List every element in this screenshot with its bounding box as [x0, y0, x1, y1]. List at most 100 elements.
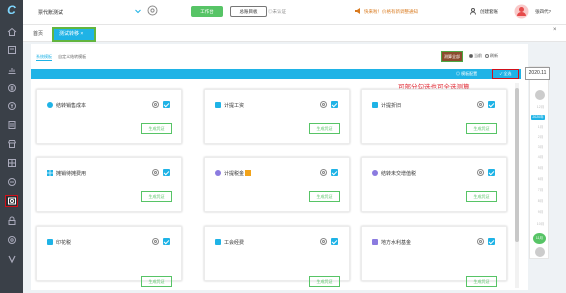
store-icon [7, 140, 16, 148]
action-bar: ◎ 模板配置 ✓ 全选 [31, 69, 521, 79]
month-label[interactable]: 1月 [534, 125, 547, 130]
create-package-link[interactable]: 创建套账 [480, 9, 498, 15]
company-name[interactable]: 票代账测试 [38, 9, 63, 16]
sidebar-item-home[interactable] [5, 26, 18, 38]
sidebar-item-receipt[interactable] [5, 119, 18, 131]
gear-icon[interactable] [320, 238, 327, 245]
card-depreciation: 计提折旧 生成凭证 [361, 89, 507, 144]
gear-icon[interactable] [152, 101, 159, 108]
month-dot[interactable] [535, 90, 545, 100]
grid-icon [7, 159, 16, 167]
month-label[interactable]: 2月 [534, 135, 547, 140]
gear-icon[interactable] [320, 101, 327, 108]
gear-icon[interactable] [152, 238, 159, 245]
month-label[interactable]: 4月 [534, 155, 547, 160]
month-label[interactable]: 8月 [534, 199, 547, 204]
radio-refresh[interactable]: 刷新 [485, 53, 498, 59]
month-label[interactable]: 6月 [534, 177, 547, 182]
generate-voucher-button[interactable]: 生成凭证 [141, 123, 172, 134]
month-label[interactable]: 7月 [534, 188, 547, 193]
sidebar-item-cash[interactable] [5, 176, 18, 188]
gear-icon[interactable] [477, 101, 484, 108]
checkbox[interactable] [488, 101, 495, 108]
workbench-button[interactable]: 工作台 [191, 6, 223, 17]
month-label[interactable]: 12月 [534, 105, 547, 110]
sidebar-item-chart[interactable] [5, 64, 18, 76]
card-sales-cost: 结转销售成本 生成凭证 [36, 89, 182, 144]
card-title: 结转销售成本 [56, 103, 87, 109]
checkbox[interactable] [331, 169, 338, 176]
template-settings-link[interactable]: ◎ 模板配置 [456, 71, 477, 77]
current-month[interactable]: 11月 [533, 233, 546, 244]
sidebar-item-settings[interactable] [5, 234, 18, 246]
generate-voucher-button[interactable]: 生成凭证 [466, 276, 497, 287]
tab-home[interactable]: 首页 [33, 30, 43, 37]
receipt-icon [8, 121, 15, 129]
generate-voucher-button[interactable]: 生成凭证 [309, 123, 340, 134]
tab-custom-template[interactable]: 自定义结转模板 [58, 54, 86, 59]
card-tax: 计提税金 生成凭证 [204, 157, 350, 212]
checkbox[interactable] [163, 169, 170, 176]
megaphone-icon [355, 8, 360, 14]
checkbox[interactable] [163, 238, 170, 245]
notice-text[interactable]: 快来啦！价格有新调整通知 [364, 9, 418, 15]
sidebar-item-coin[interactable] [5, 82, 18, 94]
year-selector[interactable]: 2020.11 [525, 67, 550, 80]
card-title: 结转未交增值税 [381, 171, 417, 177]
tab-system-template[interactable]: 系统模板 [36, 54, 52, 61]
checkbox[interactable] [331, 101, 338, 108]
doc-icon [7, 46, 16, 54]
auth-status: ◎未认证 [268, 9, 286, 14]
cash-icon [7, 178, 16, 186]
avatar-icon[interactable] [514, 4, 529, 19]
gear-icon[interactable] [477, 238, 484, 245]
month-dot[interactable] [535, 247, 545, 257]
generate-voucher-button[interactable]: 生成凭证 [309, 276, 340, 287]
radio-current[interactable]: 当前 [469, 53, 482, 59]
checkbox[interactable] [488, 238, 495, 245]
generate-voucher-button[interactable]: 生成凭证 [141, 276, 172, 287]
sidebar-item-invoice[interactable] [5, 100, 18, 112]
select-all-button[interactable]: ✓ 全选 [492, 69, 519, 79]
sidebar-item-grid[interactable] [5, 157, 18, 169]
calculate-all-button[interactable]: 测算全部 [441, 51, 463, 62]
accounts-board-button[interactable]: 总账目板 [230, 6, 267, 17]
gear-icon[interactable] [477, 169, 484, 176]
sidebar-item-store[interactable] [5, 138, 18, 150]
user-name[interactable]: 张四代? [535, 9, 551, 15]
scrollbar-thumb[interactable] [515, 88, 519, 242]
checkbox[interactable] [163, 101, 170, 108]
card-title: 计提工资 [224, 103, 245, 109]
card-title: 计提折旧 [381, 103, 402, 109]
amortize-icon [47, 170, 53, 176]
sidebar-item-doc[interactable] [5, 44, 18, 56]
gear-icon[interactable] [147, 5, 158, 16]
close-icon[interactable]: × [553, 27, 557, 33]
chevron-down-icon[interactable] [134, 7, 142, 15]
home-icon [7, 27, 16, 36]
sidebar-item-voucher[interactable] [5, 195, 18, 207]
sidebar-item-lock[interactable] [5, 215, 18, 227]
invoice-icon [7, 102, 16, 110]
tab-active[interactable]: 测试转移 × [52, 27, 96, 42]
selected-year[interactable]: 2020年 [531, 115, 545, 120]
month-label[interactable]: 10月 [534, 222, 547, 227]
month-label[interactable]: 5月 [534, 166, 547, 171]
card-wages: 计提工资 生成凭证 [204, 89, 350, 144]
chart-icon [8, 68, 15, 74]
generate-voucher-button[interactable]: 生成凭证 [309, 191, 340, 202]
card-vat: 结转未交增值税 生成凭证 [361, 157, 507, 212]
checkbox[interactable] [488, 169, 495, 176]
tax-icon [215, 170, 221, 176]
generate-voucher-button[interactable]: 生成凭证 [466, 191, 497, 202]
gear-icon[interactable] [320, 169, 327, 176]
month-label[interactable]: 3月 [534, 145, 547, 150]
gear-icon[interactable] [152, 169, 159, 176]
month-label[interactable]: 9月 [534, 210, 547, 215]
scrollbar[interactable] [515, 83, 519, 288]
generate-voucher-button[interactable]: 生成凭证 [466, 123, 497, 134]
top-bar: 票代账测试 工作台 总账目板 ◎未认证 快来啦！价格有新调整通知 创建套账 张四… [23, 0, 566, 25]
checkbox[interactable] [331, 238, 338, 245]
sidebar-item-v[interactable] [5, 253, 18, 265]
generate-voucher-button[interactable]: 生成凭证 [141, 191, 172, 202]
